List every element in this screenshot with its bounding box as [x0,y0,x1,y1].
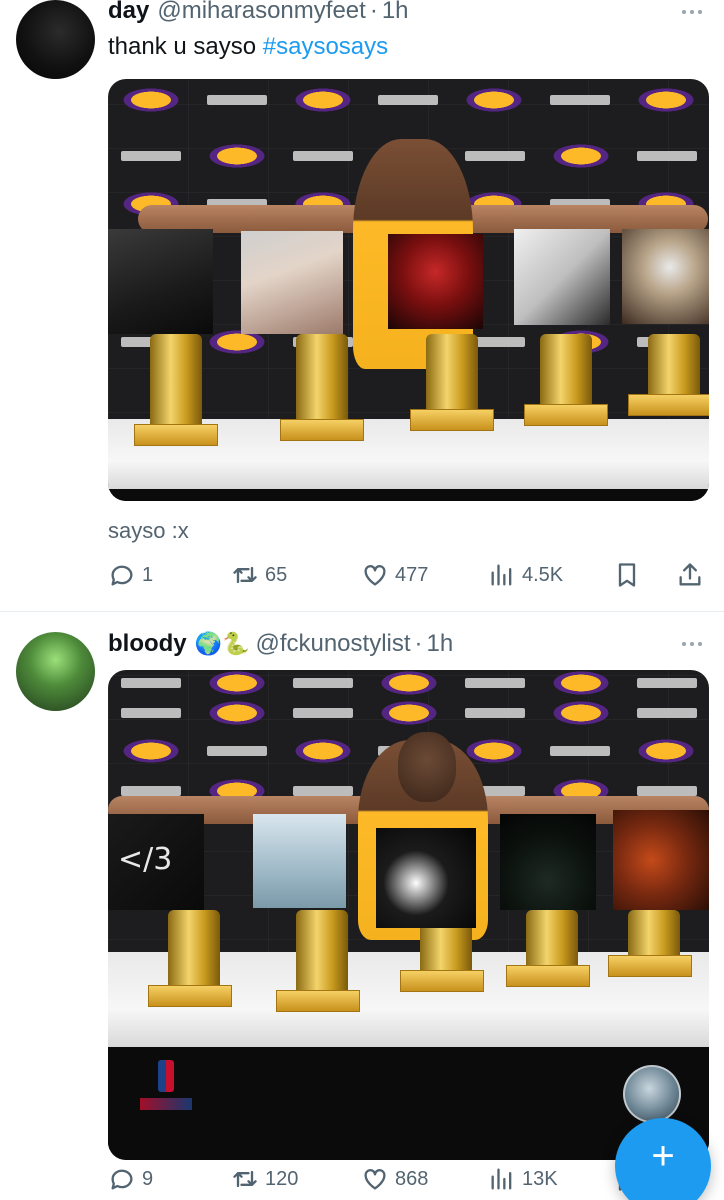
reply-button[interactable]: 9 [108,1162,153,1196]
timeline-feed: day @miharasonmyfeet · 1h thank u sayso … [0,0,724,1200]
tweet-actions: 1 65 477 4.5K [108,558,708,592]
retweet-button[interactable]: 120 [231,1162,298,1196]
views-icon [491,564,512,586]
hashtag-link[interactable]: #saysosays [263,33,388,60]
album-cover [108,229,213,334]
album-cover [514,229,610,325]
tweet-text: thank u sayso #saysosays [108,33,388,61]
retweet-button[interactable]: 65 [231,558,287,592]
name-emojis: 🌍🐍 [194,631,250,656]
retweet-count: 65 [265,563,288,586]
trophy [540,334,592,409]
trophy [648,334,700,399]
floating-avatar[interactable] [623,1065,681,1123]
reply-button[interactable]: 1 [108,558,153,592]
like-button[interactable]: 477 [361,558,428,592]
separator-dot: · [369,0,378,24]
reply-icon [111,1169,133,1190]
trophy-base [410,409,494,431]
album-cover [500,814,596,910]
trophy [526,910,578,970]
tweet-image[interactable] [108,79,709,501]
separator-dot: · [414,630,423,657]
tweet-header: bloody 🌍🐍 @fckunostylist · 1h [108,630,453,658]
retweet-count: 120 [265,1167,299,1190]
backdrop-logo-row [108,87,709,113]
album-cover [376,828,476,928]
trophy-base [400,970,484,992]
album-cover [388,234,483,329]
album-cover [613,810,709,910]
display-name[interactable]: day [108,0,149,25]
trophy-base [280,419,364,441]
user-handle[interactable]: @fckunostylist [255,630,410,658]
share-button[interactable] [676,558,710,592]
like-count: 868 [395,1167,429,1190]
table-edge [108,489,709,501]
trophy-base [276,990,360,1012]
like-button[interactable]: 868 [361,1162,428,1196]
trophy-base [524,404,608,426]
avatar[interactable] [16,0,95,79]
retweet-icon [233,566,257,584]
timestamp[interactable]: 1h [382,0,409,25]
retweet-icon [233,1170,257,1188]
backdrop-logo-row [108,670,709,696]
views-button[interactable]: 13K [488,1162,558,1196]
like-icon [364,565,386,586]
image-caption: sayso :x [108,518,189,543]
reply-icon [111,565,133,586]
album-cover: </3 [108,814,204,910]
trophy-base [608,955,692,977]
reply-count: 9 [142,1167,154,1190]
avatar[interactable] [16,632,95,711]
view-count: 13K [522,1167,558,1190]
trophy-base [148,985,232,1007]
share-icon [679,563,701,586]
plus-icon: + [651,1134,675,1178]
trophy-base [134,424,218,446]
trophy-base [628,394,709,416]
trophy-base [506,965,590,987]
user-handle[interactable]: @miharasonmyfeet [157,0,365,25]
tweet-header: day @miharasonmyfeet · 1h [108,0,409,25]
view-count: 4.5K [522,563,564,586]
album-cover [241,231,343,334]
views-button[interactable]: 4.5K [488,558,563,592]
reply-count: 1 [142,563,154,586]
person-face [398,732,456,802]
trophy [426,334,478,414]
backdrop-logo-row [108,700,709,726]
tweet[interactable]: bloody 🌍🐍 @fckunostylist · 1h </3 9 120 … [0,612,724,1200]
like-count: 477 [395,563,429,586]
cover-text: </3 [118,842,173,877]
timestamp[interactable]: 1h [427,630,454,658]
like-icon [364,1169,386,1190]
display-name[interactable]: bloody [108,630,187,658]
more-icon[interactable] [682,10,702,14]
table-edge [108,1047,709,1160]
views-icon [491,1168,512,1190]
nba-logo [158,1060,174,1092]
trophy [296,334,348,424]
bookmark-icon [618,563,636,587]
tweet[interactable]: day @miharasonmyfeet · 1h thank u sayso … [0,0,724,612]
trophy [168,910,220,990]
bookmark-button[interactable] [613,558,647,592]
watermark-logo [140,1098,192,1110]
trophy [150,334,202,429]
trophy [296,910,348,995]
album-cover [622,229,709,324]
more-icon[interactable] [682,642,702,646]
album-cover [253,814,346,908]
tweet-image[interactable]: </3 [108,670,709,1160]
tweet-text-body: thank u sayso [108,33,263,60]
